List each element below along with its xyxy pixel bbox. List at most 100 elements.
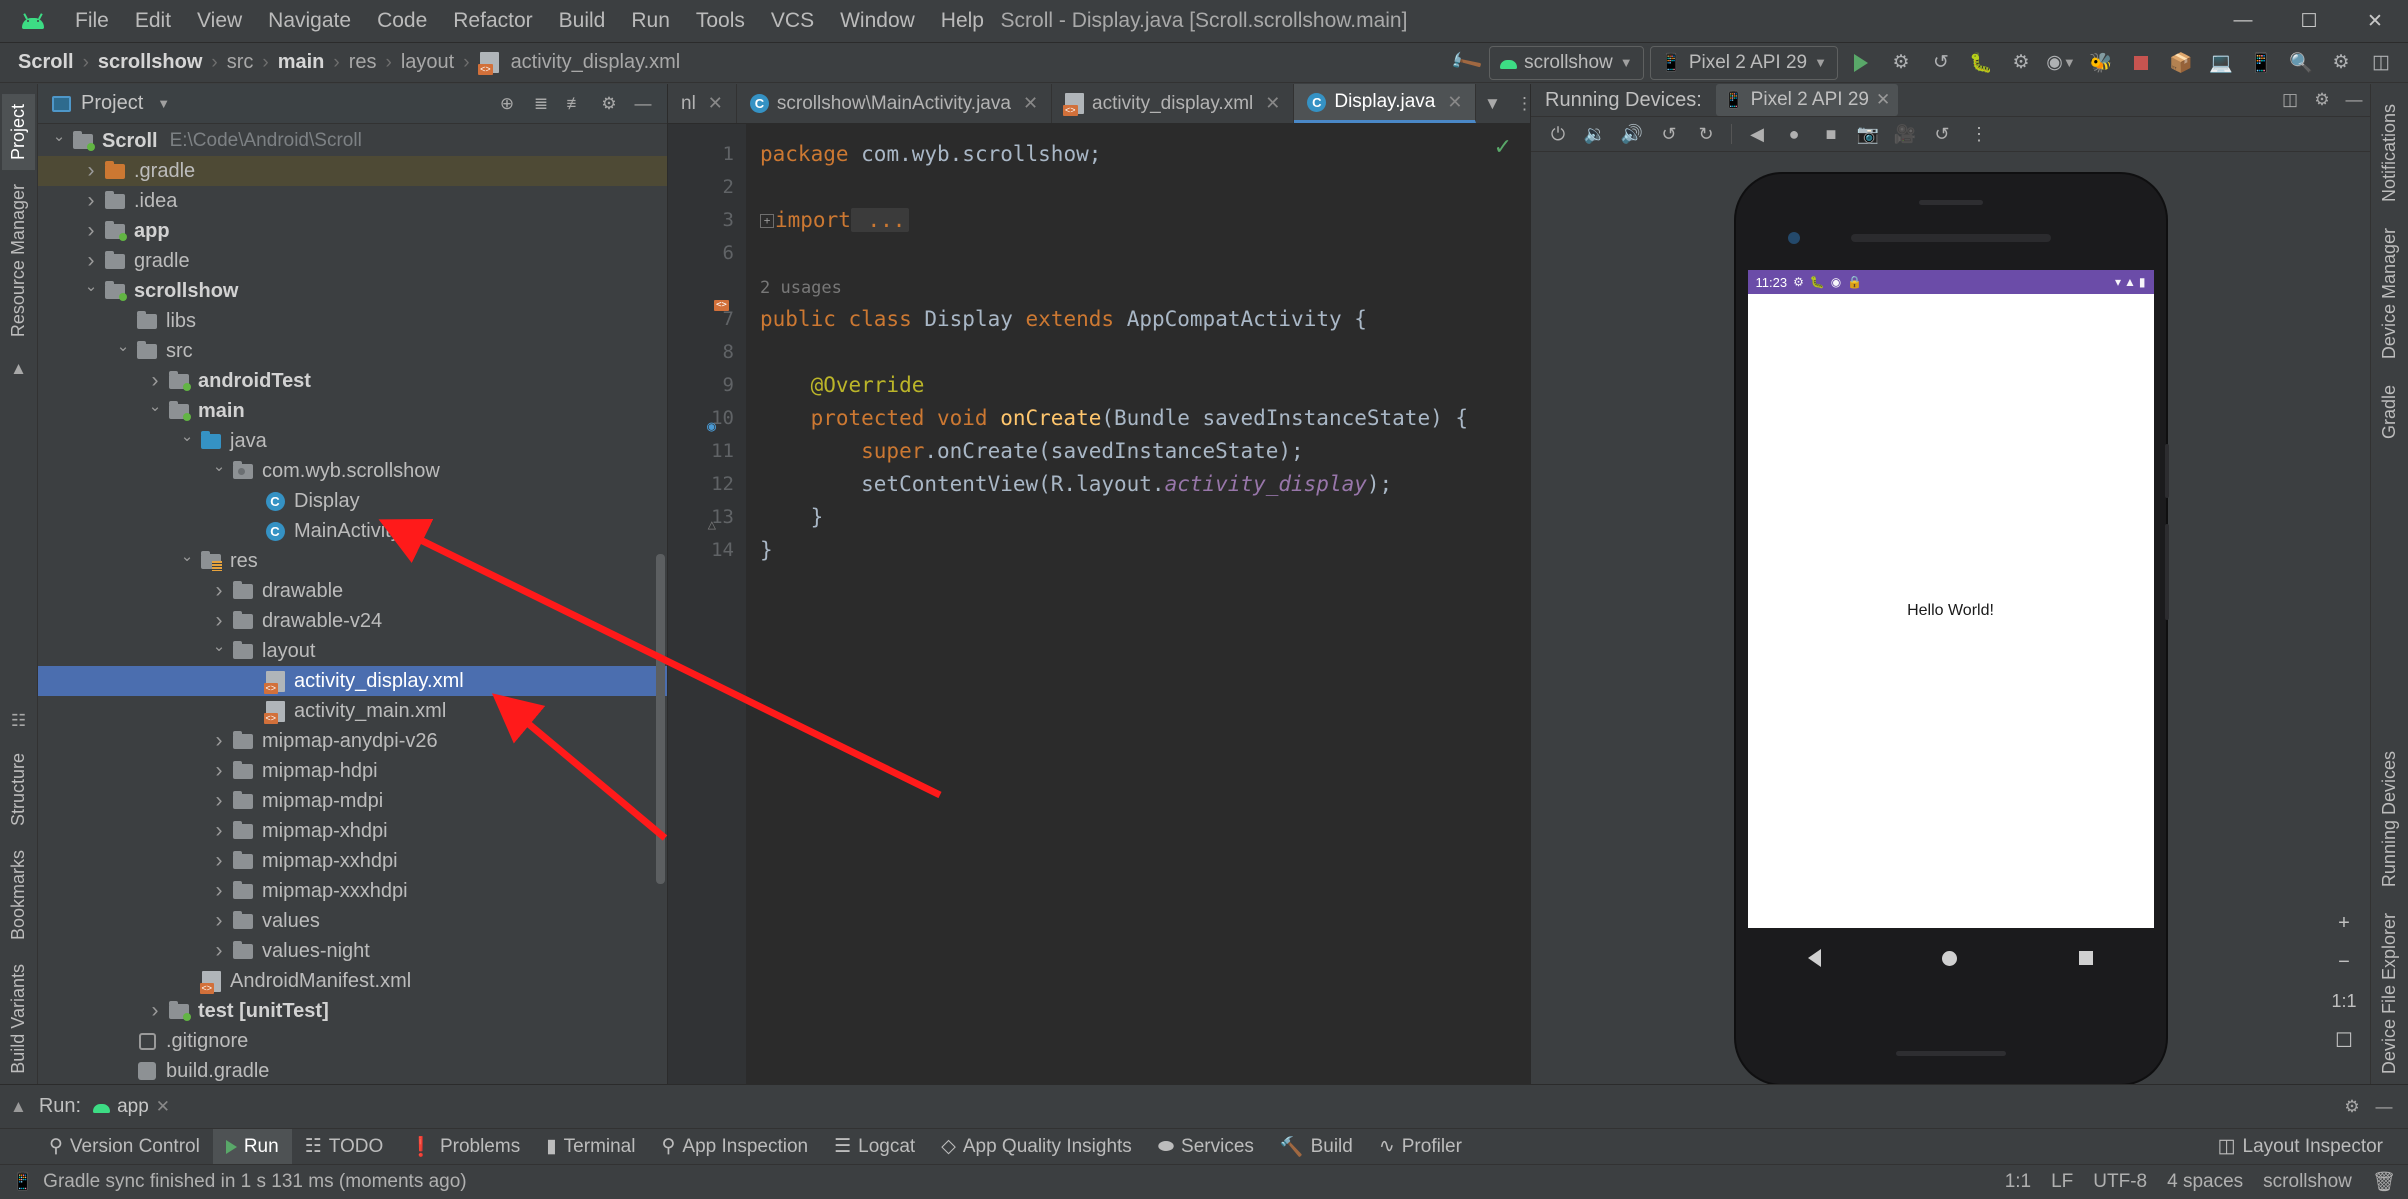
tool-button-problems[interactable]: ❗ Problems [396,1129,533,1165]
tree-node-mainactivity[interactable]: C MainActivity [38,516,667,546]
device-manager-icon[interactable]: 📱 [2244,46,2278,80]
code-line-8[interactable] [760,336,1530,369]
tree-node-idea[interactable]: .idea [38,186,667,216]
tree-node-app[interactable]: app [38,216,667,246]
sdk-manager-icon[interactable]: 📦 [2164,46,2198,80]
rotate-right-icon[interactable]: ↻ [1689,118,1723,150]
file-encoding[interactable]: UTF-8 [2093,1171,2147,1193]
line-separator[interactable]: LF [2051,1171,2073,1193]
menu-code[interactable]: Code [364,5,440,37]
tree-node-gradle[interactable]: gradle [38,246,667,276]
tree-node-src[interactable]: src [38,336,667,366]
zoom-out-button[interactable]: − [2326,944,2362,980]
code-line-6[interactable] [760,237,1530,270]
tree-node-com-wyb-scrollshow[interactable]: com.wyb.scrollshow [38,456,667,486]
tree-node-scroll[interactable]: Scroll E:\Code\Android\Scroll [38,126,667,156]
close-tab-icon[interactable]: ✕ [1023,93,1038,114]
history-icon[interactable]: ↺ [1925,118,1959,150]
menu-build[interactable]: Build [546,5,619,37]
tree-node-res[interactable]: res [38,546,667,576]
zoom-in-button[interactable]: + [2326,905,2362,941]
minimize-button[interactable]: — [2210,0,2276,43]
tree-expand-arrow[interactable] [80,249,102,273]
run-button[interactable] [1844,46,1878,80]
tree-node-layout[interactable]: layout [38,636,667,666]
menu-vcs[interactable]: VCS [758,5,827,37]
tree-expand-arrow[interactable] [208,789,230,813]
tree-expand-arrow[interactable] [208,819,230,843]
run-with-coverage-icon[interactable]: 🐝 [2084,46,2118,80]
close-tab-icon[interactable]: ✕ [708,93,723,114]
close-button[interactable]: ✕ [2342,0,2408,43]
tab-list-chevron-icon[interactable]: ▼ [1476,89,1508,119]
tool-button-profiler[interactable]: ∿ Profiler [1366,1129,1475,1165]
tree-expand-arrow[interactable] [144,369,166,393]
emulator-stage[interactable]: 11:23 ⚙ 🐛 ◉ 🔒 ▾ ▲ ▮ Hello World! + − 1:1… [1531,152,2370,1084]
code-line-10[interactable]: protected void onCreate(Bundle savedInst… [760,402,1530,435]
tree-node-activity-display-xml[interactable]: activity_display.xml [38,666,667,696]
tree-node-gradle[interactable]: .gradle [38,156,667,186]
screen-record-icon[interactable]: 🎥 [1888,118,1922,150]
sidebar-tab-device-manager[interactable]: Device Manager [2373,218,2406,369]
tree-expand-arrow[interactable] [208,729,230,753]
project-settings-gear-icon[interactable]: ⚙ [593,89,625,119]
nav-back-icon[interactable] [1808,949,1822,967]
sidebar-tab-structure[interactable]: Structure [2,743,35,836]
editor-source-text[interactable]: package com.wyb.scrollshow; + import ... … [746,124,1530,1084]
tree-node-mipmap-xxxhdpi[interactable]: mipmap-xxxhdpi [38,876,667,906]
apply-code-changes-icon[interactable]: ↺ [1924,46,1958,80]
tree-node-libs[interactable]: libs [38,306,667,336]
emulator-screen[interactable]: 11:23 ⚙ 🐛 ◉ 🔒 ▾ ▲ ▮ Hello World! [1747,270,2154,928]
scroll-from-source-icon[interactable]: ⊕ [491,89,523,119]
tree-node-test-unittest[interactable]: test [unitTest] [38,996,667,1026]
tree-expand-arrow[interactable] [80,189,102,213]
breadcrumb-main[interactable]: main [276,51,327,74]
editor-tab-truncated[interactable]: nl ✕ [668,84,737,123]
nav-home-icon[interactable] [1942,950,1958,966]
tree-expand-arrow[interactable] [176,432,198,450]
device-selector-combo[interactable]: 📱 Pixel 2 API 29 ▼ [1649,45,1838,80]
editor-tab-mainactivity[interactable]: C scrollshow\MainActivity.java ✕ [737,84,1053,123]
code-line-11[interactable]: super.onCreate(savedInstanceState); [760,435,1530,468]
sidebar-tab-running-devices[interactable]: Running Devices [2373,741,2406,897]
tool-button-app-inspection[interactable]: ⚲ App Inspection [648,1129,821,1165]
split-view-icon[interactable]: ◫ [2274,85,2306,115]
menu-navigate[interactable]: Navigate [255,5,364,37]
profile-dropdown-icon[interactable]: ◉ ▼ [2044,46,2078,80]
sidebar-tab-device-file-explorer[interactable]: Device File Explorer [2373,903,2406,1084]
tree-expand-arrow[interactable] [208,849,230,873]
code-line-14[interactable]: } [760,534,1530,567]
code-line-9[interactable]: @Override [760,369,1530,402]
breadcrumb-layout[interactable]: layout [399,51,456,74]
breadcrumb-scrollshow[interactable]: scrollshow [96,51,204,74]
tree-expand-arrow[interactable] [208,759,230,783]
run-window-settings-icon[interactable]: ⚙ [2336,1092,2368,1122]
breadcrumb-activity-display-xml[interactable]: activity_display.xml [509,51,683,74]
caret-position[interactable]: 1:1 [2005,1171,2031,1193]
code-line-12[interactable]: setContentView(R.layout.activity_display… [760,468,1530,501]
run-session-tab-app[interactable]: app ✕ [93,1096,170,1118]
close-run-session-icon[interactable]: ✕ [156,1097,170,1117]
tree-node-androidmanifest-xml[interactable]: AndroidManifest.xml [38,966,667,996]
tree-expand-arrow[interactable] [208,879,230,903]
device-volume-button[interactable] [2164,524,2169,620]
menu-tools[interactable]: Tools [683,5,758,37]
sidebar-tab-notifications[interactable]: Notifications [2373,94,2406,212]
breadcrumb-src[interactable]: src [225,51,256,74]
volume-up-icon[interactable]: 🔉 [1578,118,1612,150]
expand-all-icon[interactable]: ≣ [525,89,557,119]
tree-node-values[interactable]: values [38,906,667,936]
tree-expand-arrow[interactable] [208,579,230,603]
close-tab-icon[interactable]: ✕ [1265,93,1280,114]
fold-toggle-icon[interactable]: + [760,214,774,228]
tree-expand-arrow[interactable] [112,342,134,360]
sidebar-tab-project[interactable]: Project [2,94,35,171]
sidebar-tab-build-variants[interactable]: Build Variants [2,954,35,1084]
project-tree[interactable]: Scroll E:\Code\Android\Scroll .gradle .idea… [38,124,667,1084]
menu-edit[interactable]: Edit [122,5,184,37]
memory-indicator-icon[interactable]: 🗑 [2372,1170,2396,1194]
code-editor[interactable]: 1 2 3 6 7 8 9 ◉ 10 11 12 △ 13 14 package com.wyb.scro… [668,124,1530,1084]
emulator-device-frame[interactable]: 11:23 ⚙ 🐛 ◉ 🔒 ▾ ▲ ▮ Hello World! [1735,174,2169,1084]
tool-button-services[interactable]: ⬬ Services [1145,1129,1267,1165]
close-device-tab-icon[interactable]: ✕ [1876,90,1890,110]
